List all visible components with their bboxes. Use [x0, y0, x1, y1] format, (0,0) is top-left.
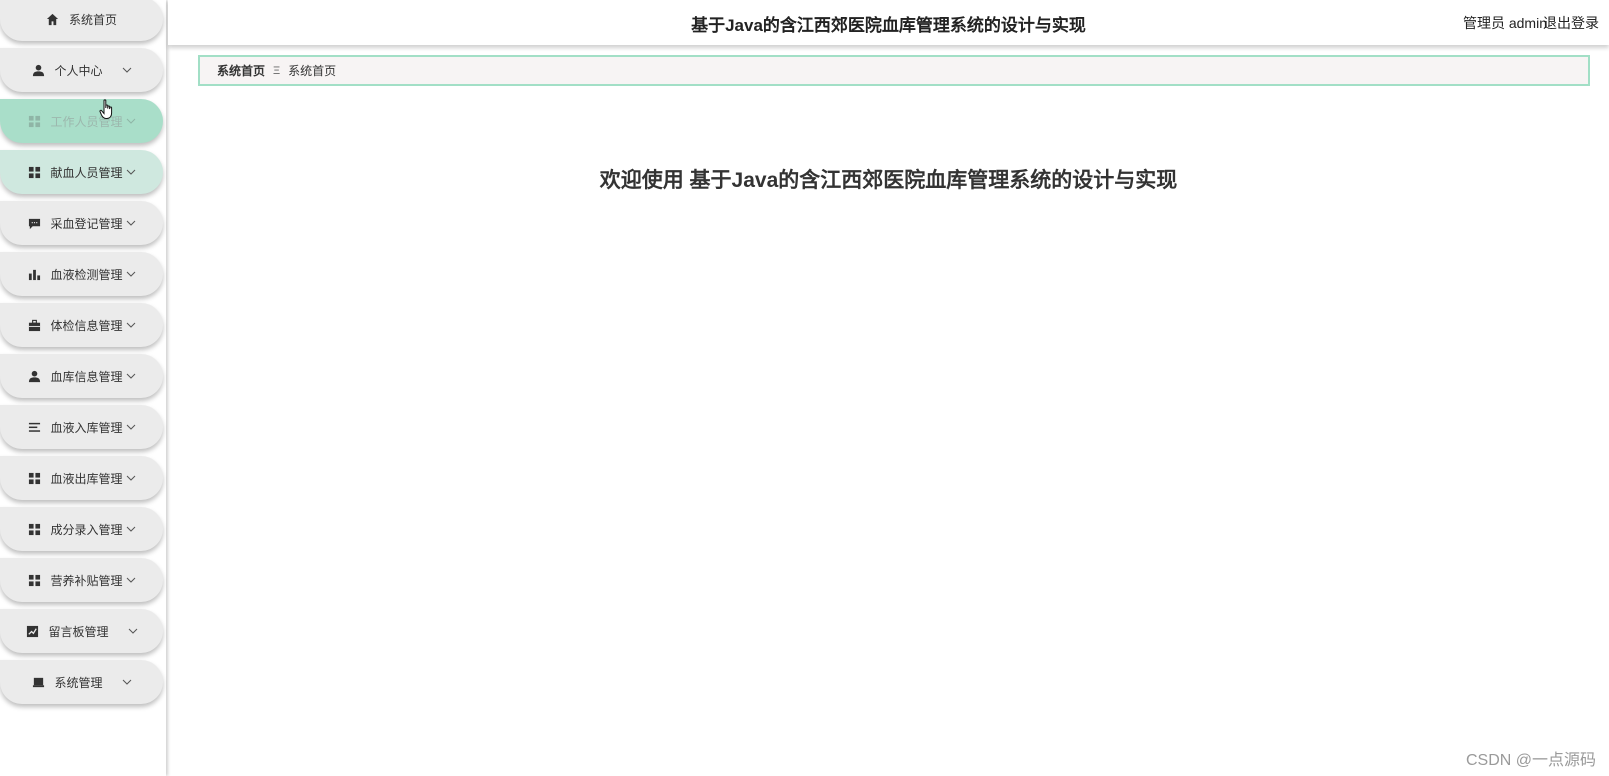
chevron-down-icon	[126, 320, 136, 330]
sidebar-item-stock-out[interactable]: 血液出库管理	[0, 456, 163, 500]
line-chart-icon	[25, 624, 39, 638]
chevron-down-icon	[126, 575, 136, 585]
sidebar-item-label: 献血人员管理	[50, 165, 123, 180]
chat-icon	[27, 216, 41, 230]
chevron-down-icon	[126, 218, 136, 228]
breadcrumb-current: 系统首页	[288, 64, 337, 78]
sidebar-item-label: 营养补贴管理	[50, 573, 123, 588]
sidebar-item-label: 体检信息管理	[50, 318, 123, 333]
user-icon	[27, 369, 41, 383]
sidebar-item-label: 血库信息管理	[50, 369, 123, 384]
sidebar-item-label: 血液出库管理	[50, 471, 123, 486]
chevron-down-icon	[126, 269, 136, 279]
sidebar-item-subsidy[interactable]: 营养补贴管理	[0, 558, 163, 602]
user-icon	[31, 63, 45, 77]
breadcrumb-home[interactable]: 系统首页	[217, 62, 265, 79]
sidebar-item-message-board[interactable]: 留言板管理	[0, 609, 163, 653]
sidebar-item-label: 血液入库管理	[50, 420, 123, 435]
chevron-down-icon	[126, 422, 136, 432]
current-user: 管理员 admin	[1462, 15, 1547, 31]
chevron-down-icon	[126, 371, 136, 381]
watermark-text: CSDN @一点源码	[1465, 752, 1596, 769]
top-header: 基于Java的含江西郊医院血库管理系统的设计与实现 管理员 admin 退出登录	[168, 0, 1609, 45]
breadcrumb: 系统首页 Ξ 系统首页	[198, 55, 1590, 86]
app-title: 基于Java的含江西郊医院血库管理系统的设计与实现	[691, 16, 1086, 35]
sidebar-item-label: 留言板管理	[48, 624, 109, 639]
sidebar-item-collection[interactable]: 采血登记管理	[0, 201, 163, 245]
sidebar-item-home[interactable]: 系统首页	[0, 0, 163, 41]
hand-cursor-icon	[99, 99, 115, 121]
chevron-down-icon	[126, 167, 136, 177]
chevron-down-icon	[122, 65, 132, 75]
sidebar-item-components[interactable]: 成分录入管理	[0, 507, 163, 551]
sidebar-item-label: 成分录入管理	[50, 522, 123, 537]
chevron-down-icon	[126, 524, 136, 534]
list-icon	[27, 420, 41, 434]
grid-icon	[27, 165, 41, 179]
sidebar-item-label: 采血登记管理	[50, 216, 123, 231]
sidebar-item-testing[interactable]: 血液检测管理	[0, 252, 163, 296]
bar-chart-icon	[27, 267, 41, 281]
chevron-down-icon	[122, 677, 132, 687]
sidebar-item-label: 系统管理	[54, 675, 103, 690]
logout-link[interactable]: 退出登录	[1543, 13, 1599, 33]
sidebar-item-physical-exam[interactable]: 体检信息管理	[0, 303, 163, 347]
grid-icon	[27, 114, 41, 128]
sidebar-item-personal-center[interactable]: 个人中心	[0, 48, 163, 92]
grid-icon	[27, 522, 41, 536]
grid-icon	[27, 573, 41, 587]
sidebar-item-staff[interactable]: 工作人员管理	[0, 99, 163, 143]
briefcase-icon	[27, 318, 41, 332]
sidebar-item-label: 个人中心	[54, 63, 103, 78]
sidebar-item-label: 血液检测管理	[50, 267, 123, 282]
welcome-heading: 欢迎使用 基于Java的含江西郊医院血库管理系统的设计与实现	[599, 169, 1178, 192]
monitor-icon	[31, 675, 45, 689]
sidebar: 系统首页 个人中心 工作人员管理 献血人员管理 采血登记管理 血液检测管理 体检…	[0, 0, 166, 776]
breadcrumb-separator: Ξ	[273, 64, 281, 77]
grid-icon	[27, 471, 41, 485]
sidebar-item-system[interactable]: 系统管理	[0, 660, 163, 704]
sidebar-item-stock-in[interactable]: 血液入库管理	[0, 405, 163, 449]
sidebar-item-label: 系统首页	[68, 12, 117, 27]
chevron-down-icon	[126, 116, 136, 126]
chevron-down-icon	[128, 626, 138, 636]
sidebar-item-donor[interactable]: 献血人员管理	[0, 150, 163, 194]
chevron-down-icon	[126, 473, 136, 483]
sidebar-item-blood-bank[interactable]: 血库信息管理	[0, 354, 163, 398]
home-icon	[46, 12, 60, 26]
